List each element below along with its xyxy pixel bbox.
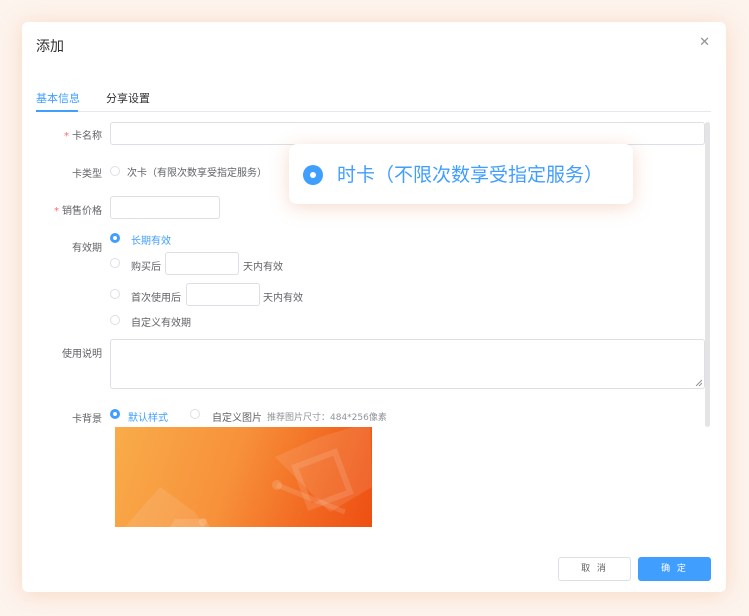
card-name-input[interactable] [110, 122, 705, 145]
form-scrollbar[interactable] [705, 122, 710, 427]
validity-label: 有效期 [72, 243, 102, 254]
tab-share-settings[interactable]: 分享设置 [106, 90, 150, 106]
validity-after-purchase-days-input[interactable] [165, 252, 239, 275]
tab-bar: 基本信息 分享设置 [36, 90, 711, 112]
callout-text: 时卡（不限次数享受指定服务） [337, 164, 604, 186]
validity-after-first-use-radio[interactable] [110, 289, 120, 299]
validity-after-purchase-suffix: 天内有效 [243, 262, 283, 273]
tab-active-indicator [36, 110, 78, 112]
card-type-label: 卡类型 [72, 169, 102, 180]
card-background-decoration [125, 427, 372, 527]
validity-after-purchase-radio[interactable] [110, 258, 120, 268]
background-custom-label: 自定义图片 [212, 413, 262, 424]
card-type-time-callout: 时卡（不限次数享受指定服务） [289, 144, 633, 204]
callout-radio-icon [303, 165, 323, 185]
validity-after-first-use-prefix: 首次使用后 [131, 293, 181, 304]
background-size-hint: 推荐图片尺寸：484*256像素 [267, 413, 387, 423]
validity-longterm-radio[interactable] [110, 233, 120, 243]
validity-custom-radio[interactable] [110, 315, 120, 325]
resize-handle-icon[interactable] [695, 379, 702, 386]
price-label: * 销售价格 [54, 206, 102, 217]
add-dialog: 添加 ✕ 基本信息 分享设置 * 卡名称 卡类型 次卡（有限次数享受指定服务） *… [22, 22, 726, 592]
card-name-label: * 卡名称 [64, 131, 102, 142]
validity-after-first-use-days-input[interactable] [186, 283, 260, 306]
description-label: 使用说明 [62, 349, 102, 360]
tab-basic-info[interactable]: 基本信息 [36, 90, 80, 106]
validity-custom-label: 自定义有效期 [131, 318, 191, 329]
confirm-button[interactable]: 确 定 [638, 557, 711, 581]
validity-longterm-label: 长期有效 [131, 236, 171, 247]
validity-after-purchase-prefix: 购买后 [131, 262, 161, 273]
validity-after-first-use-suffix: 天内有效 [263, 293, 303, 304]
card-type-count-radio[interactable] [110, 166, 120, 176]
background-custom-radio[interactable] [190, 409, 200, 419]
background-default-radio[interactable] [110, 409, 120, 419]
dialog-title: 添加 [36, 39, 64, 55]
cancel-button[interactable]: 取 消 [558, 557, 631, 581]
price-input[interactable] [110, 196, 220, 219]
background-default-label: 默认样式 [128, 413, 168, 424]
card-type-count-label: 次卡（有限次数享受指定服务） [127, 168, 267, 179]
background-label: 卡背景 [72, 414, 102, 425]
card-background-preview [115, 427, 372, 527]
close-icon[interactable]: ✕ [699, 35, 710, 50]
description-textarea[interactable] [110, 339, 705, 389]
